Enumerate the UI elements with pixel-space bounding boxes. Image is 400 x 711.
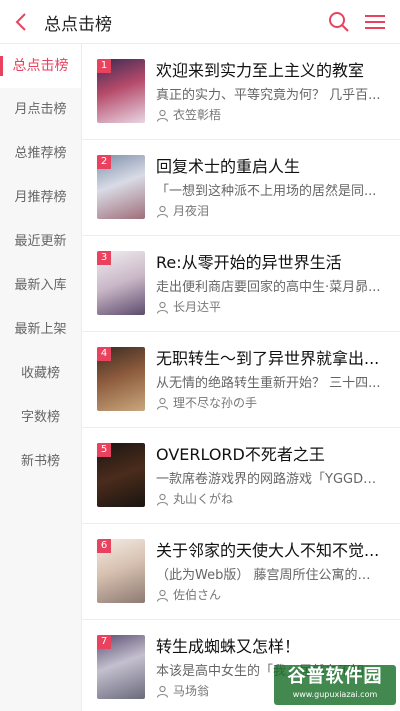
author-name: 衣笠彰梧 [173, 108, 222, 122]
page-title: 总点击榜 [44, 15, 112, 35]
book-cover: 3 [97, 251, 145, 315]
book-item[interactable]: 2 回复术士的重启人生 「一想到这种派不上用场的居然是同... 月夜泪 [82, 140, 400, 236]
watermark-title: 谷普软件园 [287, 666, 383, 687]
book-description: （此为Web版） 藤宫周所住公寓的隔... [156, 568, 382, 583]
book-title: 关于邻家的天使大人不知不觉... [156, 541, 380, 560]
hamburger-menu-icon [365, 15, 385, 29]
book-list: 1 欢迎来到实力至上主义的教室 真正的实力、平等究竟为何？ 几乎百... 衣笠彰… [82, 44, 400, 711]
book-author: 月夜泪 [156, 202, 209, 219]
person-icon [156, 685, 169, 698]
sidebar-item-word-count[interactable]: 字数榜 [0, 396, 81, 440]
book-author: 长月达平 [156, 298, 221, 315]
author-name: 理不尽な孙の手 [173, 396, 258, 410]
ranking-sidebar: 总点击榜 月点击榜 总推荐榜 月推荐榜 最近更新 最新入库 最新上架 收藏榜 字… [0, 44, 82, 711]
sidebar-item-monthly-recommend[interactable]: 月推荐榜 [0, 176, 81, 220]
author-name: 马场翁 [173, 684, 210, 698]
rank-badge: 6 [97, 539, 111, 553]
person-icon [156, 109, 169, 122]
person-icon [156, 589, 169, 602]
rank-badge: 7 [97, 635, 111, 649]
search-icon [329, 12, 349, 32]
book-description: 真正的实力、平等究竟为何？ 几乎百... [156, 88, 381, 103]
book-author: 丸山くがね [156, 490, 233, 507]
book-description: 「一想到这种派不上用场的居然是同... [156, 184, 377, 199]
book-cover: 2 [97, 155, 145, 219]
sidebar-item-total-clicks[interactable]: 总点击榜 [0, 44, 81, 88]
book-author: 衣笠彰梧 [156, 106, 221, 123]
sidebar-item-new-books[interactable]: 新书榜 [0, 440, 81, 484]
rank-badge: 4 [97, 347, 111, 361]
book-cover: 1 [97, 59, 145, 123]
person-icon [156, 493, 169, 506]
book-author: 理不尽な孙の手 [156, 394, 257, 411]
book-title: 欢迎来到实力至上主义的教室 [156, 61, 365, 80]
sidebar-item-favorites[interactable]: 收藏榜 [0, 352, 81, 396]
book-description: 一款席卷游戏界的网路游戏「YGGDR... [156, 472, 382, 487]
back-button[interactable] [8, 8, 36, 36]
sidebar-item-recent-update[interactable]: 最近更新 [0, 220, 81, 264]
sidebar-item-new-release[interactable]: 最新上架 [0, 308, 81, 352]
author-name: 丸山くがね [173, 492, 234, 506]
book-cover: 4 [97, 347, 145, 411]
book-cover: 5 [97, 443, 145, 507]
book-title: Re:从零开始的异世界生活 [156, 253, 342, 272]
person-icon [156, 397, 169, 410]
app-header: 总点击榜 [0, 0, 400, 44]
rank-badge: 2 [97, 155, 111, 169]
author-name: 佐伯さん [173, 588, 222, 602]
book-author: 佐伯さん [156, 586, 221, 603]
book-description: 走出便利商店要回家的高中生·菜月昴... [156, 280, 381, 295]
book-cover: 7 [97, 635, 145, 699]
menu-button[interactable] [362, 9, 388, 35]
rank-badge: 1 [97, 59, 111, 73]
author-name: 月夜泪 [173, 204, 210, 218]
author-name: 长月达平 [173, 300, 222, 314]
watermark-logo: 谷普软件园 www.gupuxiazai.com [274, 665, 396, 705]
sidebar-item-monthly-clicks[interactable]: 月点击榜 [0, 88, 81, 132]
book-title: 回复术士的重启人生 [156, 157, 301, 176]
rank-badge: 5 [97, 443, 111, 457]
book-title: 转生成蜘蛛又怎样！ [156, 637, 301, 656]
watermark-url: www.gupuxiazai.com [292, 690, 378, 699]
person-icon [156, 301, 169, 314]
book-item[interactable]: 6 关于邻家的天使大人不知不觉... （此为Web版） 藤宫周所住公寓的隔...… [82, 524, 400, 620]
rank-badge: 3 [97, 251, 111, 265]
book-author: 马场翁 [156, 682, 209, 699]
sidebar-item-total-recommend[interactable]: 总推荐榜 [0, 132, 81, 176]
chevron-left-icon [15, 13, 26, 31]
book-item[interactable]: 3 Re:从零开始的异世界生活 走出便利商店要回家的高中生·菜月昴... 长月达… [82, 236, 400, 332]
book-title: OVERLORD不死者之王 [156, 445, 325, 464]
book-description: 从无情的绝路转生重新开始？ 三十四... [156, 376, 381, 391]
sidebar-item-new-stock[interactable]: 最新入库 [0, 264, 81, 308]
search-button[interactable] [326, 9, 352, 35]
book-item[interactable]: 4 无职转生～到了异世界就拿出... 从无情的绝路转生重新开始？ 三十四... … [82, 332, 400, 428]
book-item[interactable]: 5 OVERLORD不死者之王 一款席卷游戏界的网路游戏「YGGDR... 丸山… [82, 428, 400, 524]
book-item[interactable]: 1 欢迎来到实力至上主义的教室 真正的实力、平等究竟为何？ 几乎百... 衣笠彰… [82, 44, 400, 140]
person-icon [156, 205, 169, 218]
book-title: 无职转生～到了异世界就拿出... [156, 349, 380, 368]
book-cover: 6 [97, 539, 145, 603]
